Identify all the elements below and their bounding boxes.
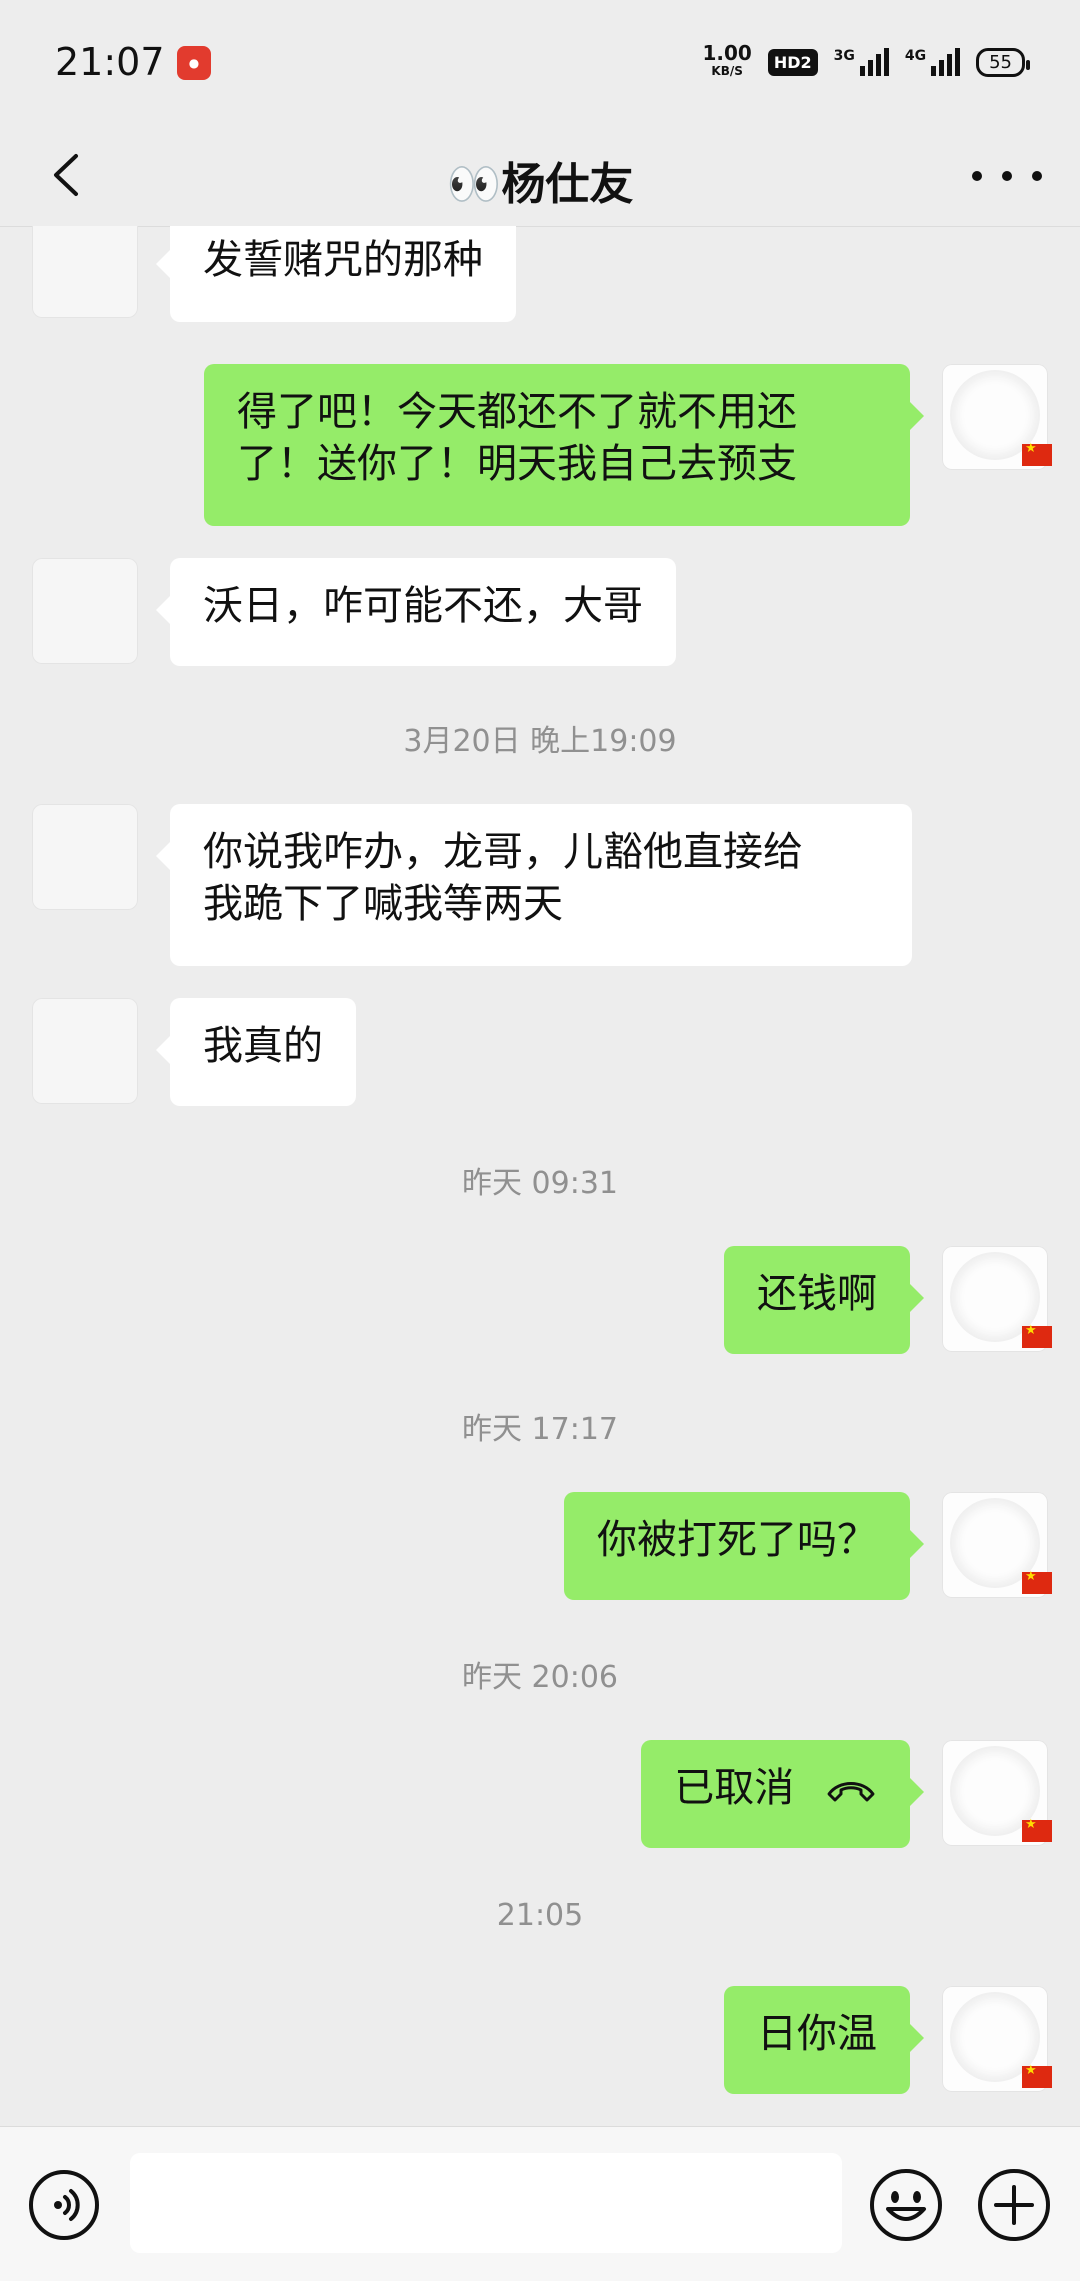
input-bar xyxy=(0,2126,1080,2281)
china-flag-icon xyxy=(1022,1817,1052,1842)
status-indicators: 1.00 KB/S HD2 3G 4G 55 xyxy=(702,43,1030,80)
message-text: 你被打死了吗？ xyxy=(597,1517,877,1563)
message-text-line: 得了吧！今天都还不了就不用还 xyxy=(237,389,797,435)
message-timestamp: 昨天 17:17 xyxy=(462,1412,618,1447)
message-bubble-outgoing[interactable]: 日你温 xyxy=(724,1986,924,2094)
my-avatar[interactable] xyxy=(942,1740,1052,1846)
battery-indicator: 55 xyxy=(976,47,1030,77)
message-text-line: 我跪下了喊我等两天 xyxy=(203,881,563,927)
message-text-line: 了！送你了！明天我自己去预支 xyxy=(237,441,797,487)
plus-icon[interactable] xyxy=(976,2167,1052,2243)
message-timestamp: 21:05 xyxy=(496,1898,584,1933)
signal-3g-label: 3G xyxy=(833,48,855,64)
emoji-icon[interactable] xyxy=(868,2167,944,2243)
china-flag-icon xyxy=(1022,1569,1052,1594)
signal-3g-icon: 3G xyxy=(834,48,889,76)
message-bubble-outgoing[interactable]: 你被打死了吗？ xyxy=(564,1492,924,1600)
message-bubble-incoming[interactable]: 我真的 xyxy=(156,998,356,1106)
net-speed: 1.00 KB/S xyxy=(702,43,751,80)
message-text: 发誓赌咒的那种 xyxy=(203,237,483,283)
voice-input-icon[interactable] xyxy=(28,2169,100,2241)
china-flag-icon xyxy=(1022,2063,1052,2088)
message-text: 日你温 xyxy=(757,2011,877,2057)
call-record-bubble[interactable]: 已取消 xyxy=(641,1740,924,1848)
chat-header: 👀杨仕友 xyxy=(0,130,1080,227)
more-dots-icon[interactable] xyxy=(972,156,1042,196)
signal-4g-label: 4G xyxy=(904,48,927,64)
message-bubble-incoming[interactable]: 沃日，咋可能不还，大哥 xyxy=(156,558,676,666)
message-bubble-outgoing[interactable]: 得了吧！今天都还不了就不用还 了！送你了！明天我自己去预支 xyxy=(204,364,924,526)
my-avatar[interactable] xyxy=(942,1986,1052,2092)
contact-avatar[interactable] xyxy=(32,804,138,910)
hd-badge: HD2 xyxy=(767,48,818,76)
message-bubble-incoming[interactable]: 你说我咋办，龙哥，儿豁他直接给 我跪下了喊我等两天 xyxy=(156,804,912,966)
my-avatar[interactable] xyxy=(942,1246,1052,1352)
contact-avatar[interactable] xyxy=(32,558,138,664)
contact-name-title: 👀杨仕友 xyxy=(446,159,634,210)
contact-avatar[interactable] xyxy=(32,998,138,1104)
message-timestamp: 昨天 09:31 xyxy=(462,1166,618,1201)
contact-avatar[interactable] xyxy=(32,226,138,318)
status-time: 21:07 xyxy=(55,40,165,84)
phone-hangup-icon xyxy=(827,1782,875,1802)
my-avatar[interactable] xyxy=(942,1492,1052,1598)
my-avatar[interactable] xyxy=(942,364,1052,470)
message-text: 还钱啊 xyxy=(757,1271,877,1317)
message-timestamp: 3月20日 晚上19:09 xyxy=(403,724,677,759)
call-status-text: 已取消 xyxy=(674,1765,795,1811)
message-list[interactable]: 发誓赌咒的那种 得了吧！今天都还不了就不用还 了！送你了！明天我自己去预支 沃日… xyxy=(0,226,1080,2126)
message-bubble-outgoing[interactable]: 还钱啊 xyxy=(724,1246,924,1354)
status-bar: 21:07 ● 1.00 KB/S HD2 3G 4G 55 xyxy=(0,0,1080,130)
message-timestamp: 昨天 20:06 xyxy=(462,1660,618,1695)
app-notification-icon: ● xyxy=(177,46,211,80)
signal-4g-icon: 4G xyxy=(904,48,961,76)
message-text: 沃日，咋可能不还，大哥 xyxy=(203,583,643,629)
china-flag-icon xyxy=(1022,441,1052,466)
message-bubble-incoming[interactable]: 发誓赌咒的那种 xyxy=(156,226,516,322)
message-text: 我真的 xyxy=(203,1023,323,1069)
china-flag-icon xyxy=(1022,1323,1052,1348)
message-input[interactable] xyxy=(130,2153,842,2253)
message-text-line: 你说我咋办，龙哥，儿豁他直接给 xyxy=(203,829,803,875)
